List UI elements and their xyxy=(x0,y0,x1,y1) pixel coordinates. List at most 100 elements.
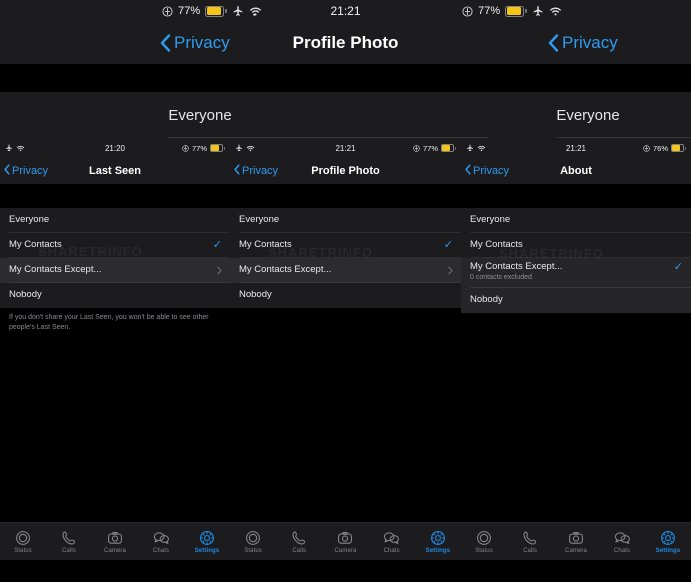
tab-label: Chats xyxy=(152,547,170,554)
chats-icon xyxy=(614,530,631,546)
list-item-label: My Contacts Except... xyxy=(9,264,102,276)
tab-label: Camera xyxy=(334,547,357,554)
chevron-right-icon[interactable] xyxy=(448,262,453,280)
list-item[interactable]: My Contacts ✓ xyxy=(0,233,230,258)
chats-icon xyxy=(383,530,400,546)
panel-time-label: 21:21 xyxy=(565,143,587,153)
value-strip: Everyone Everyone xyxy=(0,92,691,138)
panel-battery-percent: 77% xyxy=(422,143,438,153)
list-item[interactable]: My Contacts ✓ xyxy=(230,233,461,258)
list-item-label: Nobody xyxy=(470,294,503,306)
panel-time-label: 21:20 xyxy=(104,143,126,153)
value-everyone-left[interactable]: Everyone xyxy=(120,92,280,138)
list-item[interactable]: Everyone xyxy=(230,208,461,233)
settings-icon xyxy=(430,530,446,546)
list-item[interactable]: Everyone xyxy=(461,208,691,233)
list-item[interactable]: My Contacts Except... xyxy=(0,258,230,283)
tab-label: Calls xyxy=(62,547,76,554)
list-item-label: My Contacts xyxy=(239,239,292,251)
status-clock: 21:21 xyxy=(330,4,361,18)
tab-status[interactable]: Status xyxy=(1,530,45,554)
tab-status[interactable]: Status xyxy=(231,530,275,554)
camera-icon xyxy=(568,530,584,546)
camera-icon xyxy=(337,530,353,546)
tab-camera[interactable]: Camera xyxy=(554,530,598,554)
list-item[interactable]: My Contacts Except... 0 contacts excluded… xyxy=(461,258,691,288)
status-icon xyxy=(15,530,31,546)
panel-status-bar: 21:20 77% xyxy=(0,138,230,158)
status-right-group: 77% xyxy=(462,0,562,22)
panel-nav-bar: Privacy About xyxy=(461,158,691,184)
list-item[interactable]: My Contacts xyxy=(461,233,691,258)
chevron-right-icon[interactable] xyxy=(217,262,222,280)
panel-about: 21:21 76% Privacy About Everyone My Contacts M… xyxy=(461,138,691,518)
panel-nav-bar: Privacy Profile Photo xyxy=(230,158,461,184)
tab-chats[interactable]: Chats xyxy=(370,530,414,554)
list-item-text: Nobody xyxy=(470,294,683,306)
screenshot-root: 77% 21:21 77% Privacy Profile Photo Priv… xyxy=(0,0,691,582)
list-item[interactable]: Nobody xyxy=(230,283,461,308)
list-item[interactable]: My Contacts Except... xyxy=(230,258,461,283)
camera-icon xyxy=(107,530,123,546)
list-item-text: Everyone xyxy=(239,214,453,226)
panel-status-right: 76% xyxy=(643,138,686,158)
panel-title: Profile Photo xyxy=(311,165,380,177)
panel-title: About xyxy=(560,165,592,177)
tab-label: Status xyxy=(475,547,493,554)
tab-settings[interactable]: Settings xyxy=(185,530,229,554)
wifi-icon-right xyxy=(549,6,562,17)
tab-calls[interactable]: Calls xyxy=(508,530,552,554)
panel-profile-photo: 21:21 77% Privacy Profile Photo Everyone My C… xyxy=(230,138,461,518)
calls-icon xyxy=(291,530,307,546)
status-icon xyxy=(476,530,492,546)
tab-bar-2: Status Calls Camera Chats Settings xyxy=(230,522,461,560)
list-item-label: Everyone xyxy=(239,214,280,226)
tab-chats[interactable]: Chats xyxy=(600,530,644,554)
panel-status-bar: 21:21 76% xyxy=(461,138,691,158)
list-item-label: My Contacts Except... xyxy=(239,264,332,276)
tab-label: Calls xyxy=(523,547,537,554)
list-item-label: Nobody xyxy=(9,289,42,301)
list-item[interactable]: Nobody xyxy=(0,283,230,308)
back-button-right[interactable]: Privacy xyxy=(548,22,618,64)
list-item-text: My Contacts xyxy=(9,239,213,251)
panel-nav-bar: Privacy Last Seen xyxy=(0,158,230,184)
status-icon xyxy=(245,530,261,546)
airplane-icon-right xyxy=(532,5,544,17)
checkmark-icon: ✓ xyxy=(212,239,222,251)
tab-calls[interactable]: Calls xyxy=(47,530,91,554)
tab-settings[interactable]: Settings xyxy=(646,530,690,554)
tab-calls[interactable]: Calls xyxy=(277,530,321,554)
back-button-right-label: Privacy xyxy=(562,33,618,52)
panel-gap xyxy=(461,184,691,208)
panel-status-right: 77% xyxy=(413,138,456,158)
tab-settings[interactable]: Settings xyxy=(416,530,460,554)
tab-camera[interactable]: Camera xyxy=(323,530,367,554)
nav-divider-band xyxy=(0,64,691,92)
list-item[interactable]: Nobody xyxy=(461,288,691,313)
tab-bar-1: Status Calls Camera Chats Settings xyxy=(0,522,230,560)
panel-gap xyxy=(0,184,230,208)
list-item-text: Everyone xyxy=(470,214,683,226)
tab-label: Camera xyxy=(104,547,126,554)
list-item-label: My Contacts xyxy=(470,239,523,251)
chevron-left-icon-right xyxy=(548,34,559,52)
tab-camera[interactable]: Camera xyxy=(93,530,137,554)
value-everyone-right[interactable]: Everyone xyxy=(508,92,668,138)
tab-chats[interactable]: Chats xyxy=(139,530,183,554)
list-item-text: My Contacts Except... 0 contacts excluded xyxy=(470,261,674,283)
list-item-text: Nobody xyxy=(239,289,453,301)
tab-label: Camera xyxy=(565,547,587,554)
tab-label: Settings xyxy=(425,547,451,554)
list-item-text: My Contacts xyxy=(470,239,683,251)
chats-icon xyxy=(153,530,170,546)
battery-icon-right xyxy=(505,5,528,17)
list-item[interactable]: Everyone xyxy=(0,208,230,233)
tab-bar-3: Status Calls Camera Chats Settings xyxy=(461,522,691,560)
battery-icon xyxy=(441,144,456,152)
list-item-label: Nobody xyxy=(239,289,272,301)
calls-icon xyxy=(61,530,77,546)
footer-note: If you don't share your Last Seen, you w… xyxy=(0,308,230,334)
tab-label: Chats xyxy=(613,547,631,554)
tab-status[interactable]: Status xyxy=(462,530,506,554)
